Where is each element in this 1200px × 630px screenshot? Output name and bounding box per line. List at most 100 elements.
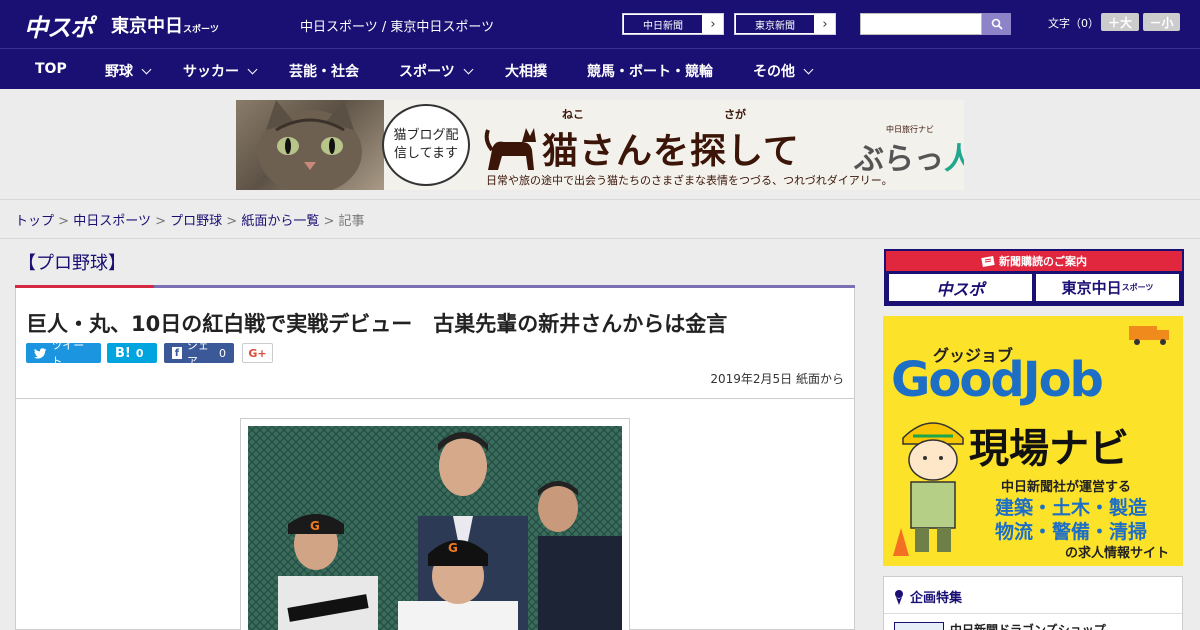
nav-item-racing[interactable]: 競馬・ボート・競輪 <box>587 61 713 81</box>
chevron-right-icon: › <box>822 16 828 32</box>
nav-item-entertainment[interactable]: 芸能・社会 <box>289 61 359 81</box>
subscription-header-label: 新聞購読のご案内 <box>999 255 1087 268</box>
hatena-bookmark-icon: B! <box>115 345 131 361</box>
cat-silhouette-icon <box>484 128 536 170</box>
truck-icon <box>1129 326 1169 345</box>
feature-title-label: 企画特集 <box>910 591 963 606</box>
chevron-down-icon <box>463 64 474 74</box>
tokyo-chunichi-logo-text: 東京中日 <box>111 16 183 37</box>
subscription-header: 新聞購読のご案内 <box>886 251 1182 271</box>
divider <box>16 398 854 399</box>
chevron-down-icon <box>247 64 258 74</box>
nav-label: スポーツ <box>399 64 455 80</box>
hatena-count: 0 <box>135 346 144 360</box>
goodjob-categories-2: 物流・警備・清掃 <box>995 521 1148 543</box>
cat-blog-banner[interactable]: 猫ブログ配信してます ねこ さが 猫さんを探して 日常や旅の途中で出会う猫たちの… <box>236 100 964 190</box>
burattabi-logo-accent: 人 <box>944 142 964 177</box>
breadcrumb-print-list[interactable]: 紙面から一覧 <box>241 214 319 229</box>
feature-box: 企画特集 中日新聞ドラゴンズショップ <box>883 576 1183 630</box>
google-plus-icon: G+ <box>248 346 267 360</box>
chevron-right-icon: › <box>710 16 716 32</box>
goodjob-title: GoodJob <box>891 352 1104 408</box>
article-category: 【プロ野球】 <box>18 253 126 274</box>
subscribe-chuspo-button[interactable]: 中スポ <box>889 274 1032 301</box>
tokyo-shimbun-link[interactable]: 東京新聞 › <box>734 13 836 35</box>
banner-zone: 猫ブログ配信してます ねこ さが 猫さんを探して 日常や旅の途中で出会う猫たちの… <box>0 89 1200 200</box>
baseball-training-photo: G G <box>248 426 622 630</box>
breadcrumb-top[interactable]: トップ <box>15 214 54 229</box>
nav-label: 野球 <box>105 64 133 80</box>
breadcrumb-chunichi-sports[interactable]: 中日スポーツ <box>73 214 151 229</box>
ribbon-icon <box>895 589 903 605</box>
divider <box>884 613 1182 614</box>
google-plus-button[interactable]: G+ <box>242 343 273 363</box>
divider <box>0 238 1200 239</box>
burattabi-logo: ぶらっ人 <box>854 134 964 178</box>
breadcrumb-separator: > <box>58 214 70 229</box>
chevron-down-icon <box>141 64 152 74</box>
nav-label: 大相撲 <box>505 64 547 80</box>
tweet-button[interactable]: ツイート <box>26 339 101 368</box>
banner-ruby-saga: さが <box>724 108 746 121</box>
cat-photo <box>236 100 384 190</box>
fontsize-decrease-button[interactable]: －小 <box>1143 13 1180 31</box>
nav-item-sumo[interactable]: 大相撲 <box>505 61 547 81</box>
main-nav: TOP 野球 サッカー 芸能・社会 スポーツ 大相撲 競馬・ボート・競輪 その他 <box>0 48 1200 89</box>
facebook-icon: f <box>172 347 182 359</box>
article-photo[interactable]: G G <box>248 426 622 630</box>
nav-label: 競馬・ボート・競輪 <box>587 64 713 80</box>
hatena-bookmark-button[interactable]: B! 0 <box>107 343 157 363</box>
twitter-bird-icon <box>34 347 47 359</box>
breadcrumb: トップ > 中日スポーツ > プロ野球 > 紙面から一覧 > 記事 <box>15 210 365 229</box>
subscription-box[interactable]: 新聞購読のご案内 中スポ 東京中日 スポーツ <box>884 249 1184 306</box>
feature-thumbnail[interactable] <box>894 622 944 630</box>
svg-text:G: G <box>448 541 458 555</box>
goodjob-categories-1: 建築・土木・製造 <box>995 497 1148 519</box>
tweet-label: ツイート <box>51 339 85 368</box>
breadcrumb-current: 記事 <box>338 214 365 229</box>
breadcrumb-separator: > <box>323 214 335 229</box>
nav-label: その他 <box>753 64 795 80</box>
article-container: 巨人・丸、10日の紅白戦で実戦デビュー 古巣先輩の新井さんからは金言 ツイート … <box>15 288 855 630</box>
tokyo-chunichi-logo-suffix: スポーツ <box>183 25 219 35</box>
search-button[interactable] <box>982 13 1011 35</box>
cat-face-illustration <box>258 100 362 190</box>
facebook-count: 0 <box>219 346 226 360</box>
subscribe-tokyo-chunichi-button[interactable]: 東京中日 スポーツ <box>1036 274 1179 301</box>
banner-subtitle: 日常や旅の途中で出会う猫たちのさまざまな表情をつづる、つれづれダイアリー。 <box>486 174 893 187</box>
nav-item-baseball[interactable]: 野球 <box>105 61 152 81</box>
subscribe-tokyo-chunichi-suffix: スポーツ <box>1121 282 1154 292</box>
feature-item-dragons-shop[interactable]: 中日新聞ドラゴンズショップ <box>950 621 1106 630</box>
top-header: 中スポ 東京中日スポーツ 中日スポーツ / 東京中日スポーツ 中日新聞 › 東京… <box>0 0 1200 48</box>
goodjob-ad[interactable]: グッジョブ GoodJob 現場ナビ 中日新聞社が運営する 建築・土木・製造 物… <box>883 316 1183 566</box>
article-photo-frame: G G <box>240 418 630 630</box>
banner-ruby-neko: ねこ <box>562 108 584 121</box>
banner-title: 猫さんを探して <box>542 131 800 172</box>
breadcrumb-pro-baseball[interactable]: プロ野球 <box>170 214 222 229</box>
nav-item-top[interactable]: TOP <box>35 61 67 77</box>
site-title: 中日スポーツ / 東京中日スポーツ <box>300 20 495 35</box>
nav-item-soccer[interactable]: サッカー <box>183 61 258 81</box>
svg-text:G: G <box>310 519 320 533</box>
nav-label: TOP <box>35 61 67 77</box>
goodjob-footer: の求人情報サイト <box>1065 546 1170 561</box>
chevron-down-icon <box>803 64 814 74</box>
facebook-share-button[interactable]: f シェア 0 <box>164 339 234 368</box>
nav-item-other[interactable]: その他 <box>753 61 814 81</box>
chunichi-shimbun-link[interactable]: 中日新聞 › <box>622 13 724 35</box>
nav-item-sports[interactable]: スポーツ <box>399 61 474 81</box>
tokyo-chunichi-logo[interactable]: 東京中日スポーツ <box>111 12 219 38</box>
search-input[interactable] <box>860 13 982 35</box>
subscription-logos: 中スポ 東京中日 スポーツ <box>886 271 1182 304</box>
breadcrumb-separator: > <box>155 214 166 229</box>
chunichi-shimbun-label: 中日新聞 <box>623 14 703 34</box>
worker-illustration <box>893 422 964 556</box>
tokyo-shimbun-label: 東京新聞 <box>735 14 815 34</box>
newspaper-icon <box>981 255 995 267</box>
nav-label: サッカー <box>183 64 239 80</box>
burattabi-logo-text: ぶらっ <box>854 142 944 177</box>
fontsize-increase-button[interactable]: ＋大 <box>1101 13 1139 31</box>
chuspo-logo[interactable]: 中スポ <box>24 8 94 43</box>
fontsize-label: 文字（0） <box>1048 17 1099 30</box>
goodjob-navi-title: 現場ナビ <box>969 426 1129 472</box>
